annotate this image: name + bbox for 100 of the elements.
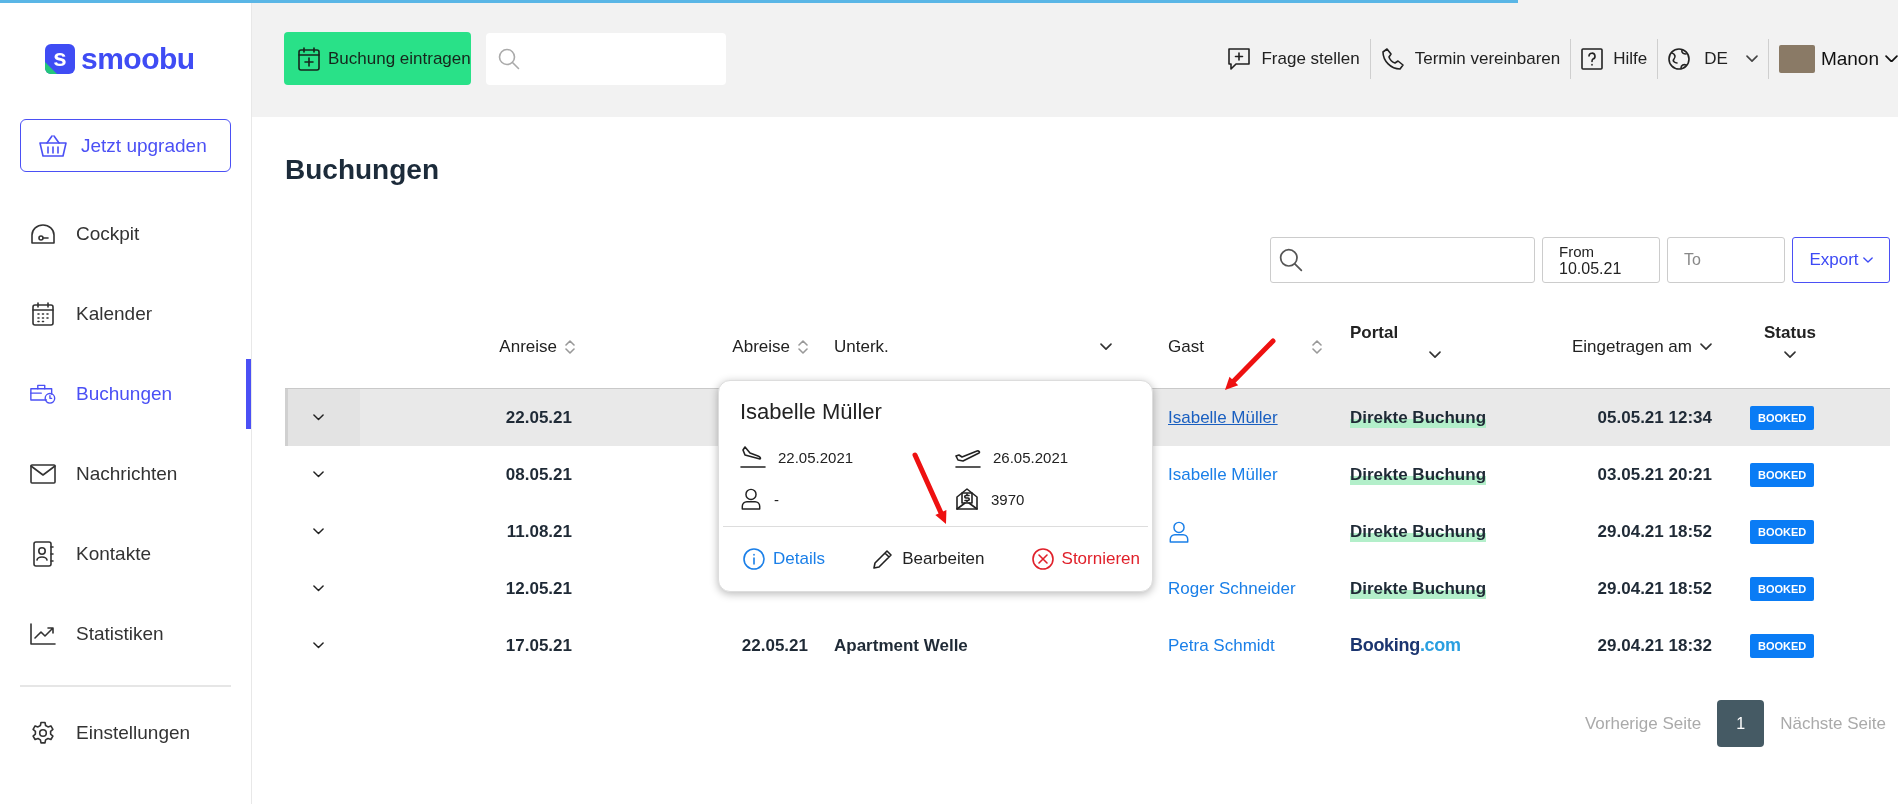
column-header[interactable]: Anreise [499,336,557,357]
header-link[interactable]: Termin vereinbaren [1370,46,1571,71]
search-field[interactable] [486,32,726,85]
help-icon [1581,47,1604,70]
arrival-date: 22.05.2021 [778,448,854,466]
table-cell: Apartment Welle [834,635,968,656]
globe-icon [1668,47,1691,70]
search-icon [1279,248,1303,272]
table-cell: 22.05.21 [741,635,808,656]
popup-action[interactable]: Stornieren [1031,548,1140,570]
annotation-arrow [912,452,947,524]
settings-icon [30,721,56,745]
chevron-down-icon [1885,54,1898,63]
popup-title: Isabelle Müller [740,399,883,425]
column-header[interactable]: Abreise [732,336,790,357]
column-header[interactable]: Portal [1350,322,1399,343]
column-header[interactable]: Unterk. [834,336,889,357]
line-chart-icon [30,623,56,645]
nav-item[interactable]: Nachrichten [0,439,251,509]
sort-icon [565,338,575,355]
table-cell: 03.05.21 20:21 [1597,464,1712,485]
table-cell: 11.08.21 [506,521,572,542]
booking-logo: Booking.com [1350,635,1461,656]
date-field[interactable]: To [1667,237,1785,283]
popup-action[interactable]: Bearbeiten [872,548,985,570]
chevron-down-icon [313,528,324,535]
table-cell: 29.04.21 18:52 [1597,521,1712,542]
upgrade-button[interactable]: Jetzt upgraden [20,119,231,172]
column-header[interactable]: Gast [1168,336,1204,357]
chevron-down-icon [313,471,324,478]
guest-link[interactable]: Isabelle Müller [1168,464,1278,485]
basket-icon [39,134,67,157]
guest-link[interactable]: Petra Schmidt [1168,635,1275,656]
guest-count: - [774,490,779,508]
chevron-down-icon [313,642,324,649]
chevron-down-icon [1745,54,1758,63]
nav-item[interactable]: Buchungen [0,359,251,429]
chevron-down-icon [1429,350,1441,359]
plane-landing-icon [740,446,766,468]
photo-placeholder [1778,44,1815,73]
guest-link[interactable]: Isabelle Müller [1168,407,1278,428]
chevron-down-icon [313,414,324,421]
status-badge: BOOKED [1750,405,1815,430]
row-expand-button[interactable] [285,389,360,446]
chevron-down-icon [1862,257,1873,263]
status-badge: BOOKED [1750,633,1815,658]
envelope-icon [30,464,56,484]
header-link[interactable]: Frage stellen [1217,46,1370,71]
status-badge: BOOKED [1750,519,1815,544]
table-cell: 12.05.21 [505,578,572,599]
cancel-icon [1031,548,1054,570]
chat-plus-icon [1227,46,1252,71]
table-cell: 29.04.21 18:32 [1597,635,1712,656]
sort-icon [798,338,808,355]
price: 3970 [991,490,1025,508]
column-header[interactable]: Status [1764,322,1816,343]
logo-text: smoobu [81,41,195,76]
date-field[interactable]: From 10.05.21 [1542,237,1660,283]
export-button[interactable]: Export [1792,237,1890,283]
nav-item[interactable]: Kalender [0,279,251,349]
briefcase-clock-icon [30,382,56,406]
guest-link[interactable]: Roger Schneider [1168,578,1296,599]
search-icon [498,47,520,70]
nav-item[interactable]: Kontakte [0,519,251,589]
phone-icon [1380,46,1405,71]
gauge-icon [30,224,56,244]
annotation-arrow [1225,338,1276,390]
page-title: Buchungen [285,153,440,187]
user-menu[interactable]: Manon [1768,44,1898,73]
column-header[interactable]: Eingetragen am [1571,336,1692,357]
nav-item[interactable]: Cockpit [0,199,251,269]
chevron-down-icon [1784,350,1796,359]
status-badge: BOOKED [1750,576,1815,601]
sort-icon [1312,338,1322,355]
table-cell: 05.05.21 12:34 [1597,407,1712,428]
table-cell: 17.05.21 [505,635,572,656]
info-icon [743,548,765,570]
table-cell: 29.04.21 18:52 [1597,578,1712,599]
table-cell: 22.05.21 [505,407,572,428]
pencil-icon [872,548,895,570]
page-button[interactable]: 1 [1717,700,1765,747]
person-icon [1168,520,1190,543]
search-field[interactable] [1270,237,1535,283]
nav-item[interactable]: Statistiken [0,599,251,669]
table-cell: 08.05.21 [505,464,572,485]
chevron-down-icon [313,585,324,592]
money-envelope-icon [955,487,979,511]
logo-mark: s [45,43,75,74]
calendar-plus-icon [298,46,320,71]
popup-action[interactable]: Details [743,548,825,570]
contact-book-icon [30,541,56,567]
departure-date: 26.05.2021 [993,448,1069,466]
nav-item[interactable]: Einstellungen [0,698,251,768]
new-booking-button[interactable]: Buchung eintragen [284,32,471,85]
header-link[interactable]: Hilfe [1571,47,1658,70]
language-selector[interactable]: DE [1658,47,1768,70]
calendar-icon [30,302,56,326]
chevron-down-icon [1100,342,1112,351]
person-icon [740,488,762,510]
chevron-down-icon [1700,342,1712,351]
